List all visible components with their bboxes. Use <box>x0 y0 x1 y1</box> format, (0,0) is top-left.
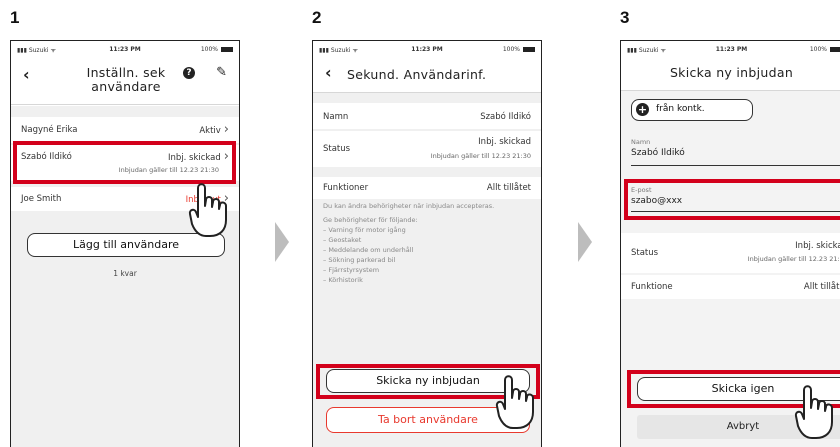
list-item[interactable]: Nagyné Erika Aktiv › <box>11 117 239 143</box>
permission-item: – Meddelande om underhåll <box>323 246 414 254</box>
permission-item: – Varning för motor igång <box>323 226 406 234</box>
next-step-arrow-icon <box>275 222 289 262</box>
page-title: Skicka ny inbjudan <box>669 65 794 80</box>
functions-label: Funktione <box>631 282 673 292</box>
status-label: Status <box>631 248 659 258</box>
info-row-functions: Funktioner Allt tillåtet <box>313 177 541 199</box>
pointer-hand-icon <box>188 183 227 237</box>
permission-note: Du kan ändra behörigheter när inbjudan a… <box>323 202 495 210</box>
phone-screen-1: ▮▮▮ Suzuki ᯤ 11:23 PM 100% ‹ Inställn. s… <box>10 40 240 447</box>
chevron-right-icon: › <box>223 122 229 137</box>
info-row-name: Namn Szabó Ildikó <box>313 103 541 129</box>
step-number-3: 3 <box>620 8 630 27</box>
status-bar: ▮▮▮ Suzuki ᯤ 11:23 PM 100% <box>313 41 541 57</box>
status-bar: ▮▮▮ Suzuki ᯤ 11:23 PM 100% <box>11 41 239 57</box>
info-row-status: Status Inbj. skickad Inbjudan gäller til… <box>621 233 840 273</box>
step-number-2: 2 <box>312 8 322 27</box>
pointer-hand-icon <box>495 375 534 429</box>
name-field[interactable]: Namn Szabó Ildikó <box>631 138 840 166</box>
next-step-arrow-icon <box>578 222 592 262</box>
user-name: Nagyné Erika <box>21 125 78 135</box>
battery-indicator: 100% <box>810 46 840 53</box>
back-icon[interactable]: ‹ <box>23 65 30 84</box>
name-label: Namn <box>323 112 349 122</box>
info-row-functions: Funktione Allt tillåtet <box>621 275 840 299</box>
status-bar: ▮▮▮ Suzuki ᯤ 11:23 PM 100% <box>621 41 840 57</box>
battery-icon <box>221 47 233 52</box>
name-value: Szabó Ildikó <box>480 112 531 122</box>
highlight-box <box>13 141 236 184</box>
remaining-count: 1 kvar <box>113 269 137 278</box>
status-label: Status <box>323 144 351 154</box>
functions-value: Allt tillåtet <box>486 183 531 193</box>
pointer-hand-icon <box>794 385 833 439</box>
header: ‹ Sekund. Användarinf. <box>313 57 541 93</box>
permission-item: – Fjärrstyrsystem <box>323 266 380 274</box>
invite-expiry: Inbjudan gäller till 12.23 21:30 <box>747 255 840 263</box>
battery-indicator: 100% <box>503 46 535 53</box>
highlight-box <box>624 179 840 220</box>
step-number-1: 1 <box>10 8 20 27</box>
header: Skicka ny inbjudan <box>621 57 840 91</box>
battery-icon <box>523 47 535 52</box>
functions-label: Funktioner <box>323 183 369 193</box>
header: ‹ Inställn. sek användare ? ✎ <box>11 57 239 105</box>
user-name: Joe Smith <box>21 194 62 204</box>
status-value: Inbj. skickad <box>478 137 531 147</box>
permission-item: – Geostaket <box>323 236 362 244</box>
add-contact-icon: + <box>636 103 649 116</box>
clock: 11:23 PM <box>715 46 748 53</box>
edit-icon[interactable]: ✎ <box>216 65 227 80</box>
functions-value: Allt tillåtet <box>803 282 840 292</box>
back-icon[interactable]: ‹ <box>325 63 332 82</box>
battery-indicator: 100% <box>201 46 233 53</box>
page-title: Inställn. sek användare <box>86 65 166 94</box>
invite-expiry: Inbjudan gäller till 12.23 21:30 <box>430 152 531 160</box>
user-status: Aktiv <box>199 126 221 136</box>
permission-item: – Körhistorik <box>323 276 363 284</box>
name-field-value: Szabó Ildikó <box>631 148 685 158</box>
permission-heading: Ge behörigheter för följande: <box>323 216 418 224</box>
status-value: Inbj. skickad <box>795 241 840 251</box>
permission-item: – Sökning parkerad bil <box>323 256 396 264</box>
name-field-label: Namn <box>631 138 651 146</box>
help-icon[interactable]: ? <box>183 67 195 79</box>
info-row-status: Status Inbj. skickad Inbjudan gäller til… <box>313 131 541 167</box>
from-contacts-button[interactable]: + från kontk. <box>631 99 753 121</box>
battery-icon <box>830 47 840 52</box>
page-title: Sekund. Användarinf. <box>347 67 487 82</box>
permission-notes: Du kan ändra behörigheter när inbjudan a… <box>323 201 531 285</box>
